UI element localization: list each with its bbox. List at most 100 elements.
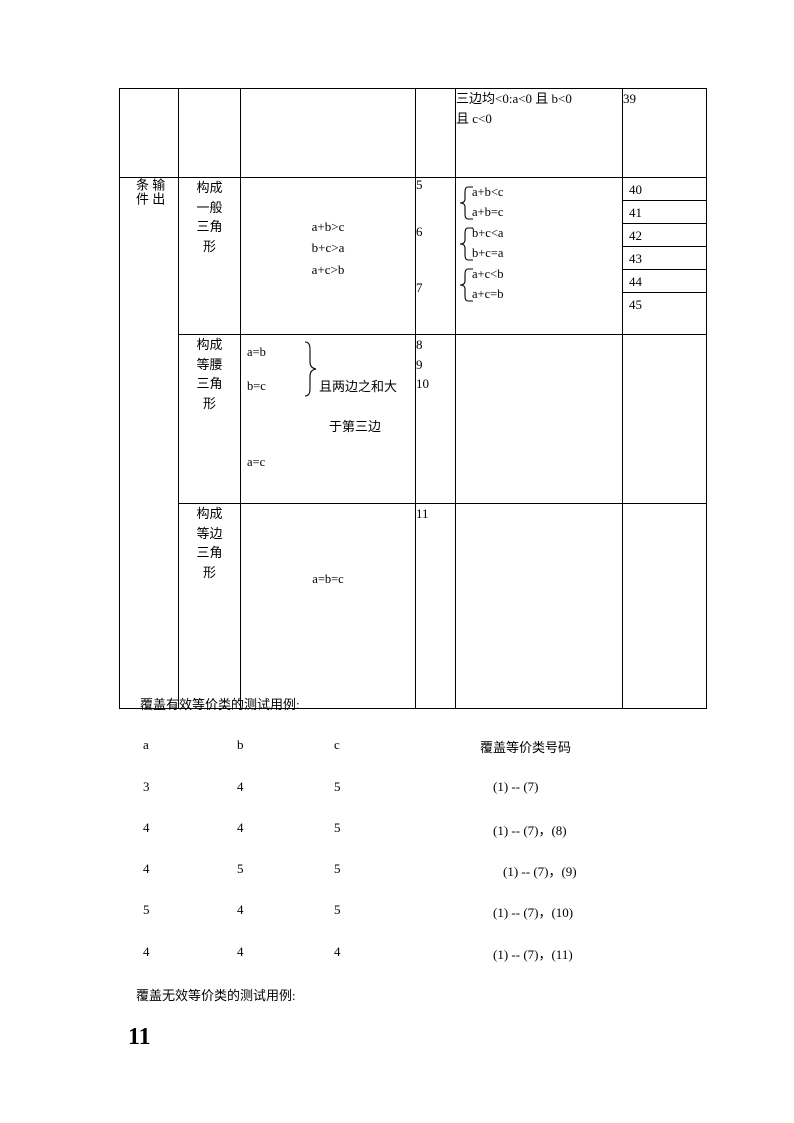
cell-subconditions-equilateral [455,503,623,709]
general-id-5: 45 [629,296,642,312]
id-subrow: 43 [623,246,706,270]
id-subrow: 41 [623,200,706,224]
cell-id-39: 39 [622,88,707,178]
general-subcondition-3: b+c=a [472,246,504,260]
column-header-b: b [237,737,244,752]
case-value-a: 4 [143,820,150,835]
general-id-1: 41 [623,200,706,224]
column-header-c: c [334,737,340,752]
cell-kind-general: 构成 一般 三角 形 [178,177,241,335]
kind-equilateral-char-1: 等边 [196,525,223,541]
cell-empty-condition-col [240,88,416,178]
kind-equilateral-char-2: 三角 [196,545,223,560]
isosceles-number-2: 10 [416,376,429,391]
case-value-b: 4 [237,779,244,794]
id-subrow: 40 [623,178,706,201]
kind-general-char-1: 一般 [196,199,223,215]
table-row-negative-sides: 三边均<0:a<0 且 b<0 且 c<0 39 [119,88,707,178]
isosceles-note-line-1: 且两边之和大 [319,379,398,394]
cell-ids-isosceles [622,334,707,504]
general-conditions-block: a+b>c b+c>a a+c>b [241,178,415,280]
cell-empty-kind-col [178,88,241,178]
general-id-0: 40 [623,178,706,201]
general-id-3: 43 [623,246,706,270]
case-value-b: 4 [237,944,244,959]
case-value-c: 5 [334,820,341,835]
column-header-a: a [143,737,149,752]
case-value-b: 4 [237,902,244,917]
table-row-isosceles-triangle: 构成 等腰 三角 形 a=b b=c a=c 且两边之和大 于第三边 8 9 1… [120,334,707,504]
invalid-cases-heading: 覆盖无效等价类的测试用例: [136,988,296,1003]
cell-numbers-general: 5 6 7 [415,177,456,335]
vertical-label-wrap: 条件 输出 [120,178,178,206]
equilateral-condition: a=b=c [312,572,344,586]
table-row-general-triangle: 条件 输出 构成 一般 三角 形 a+b>c b+c>a a+c>b 5 6 7… [119,177,707,709]
case-classes: (1) -- (7)，(11) [493,947,573,962]
general-condition-2: a+c>b [311,261,345,277]
cell-output-condition-label: 条件 输出 [119,177,179,709]
general-id-4: 44 [623,269,706,293]
kind-isosceles-char-3: 形 [202,395,216,411]
table-row-equilateral-triangle: 构成 等边 三角 形 a=b=c 11 [120,503,707,709]
cell-numbers-equilateral: 11 [415,503,456,709]
kind-isosceles-char-1: 等腰 [196,356,223,372]
cell-ids-general: 40 41 42 43 44 45 [622,177,707,335]
general-number-0: 5 [416,177,423,192]
equilateral-number-0: 11 [416,506,429,521]
kind-equilateral-char-0: 构成 [196,506,223,521]
general-condition-0: a+b>c [311,219,345,234]
isosceles-number-1: 9 [416,356,423,372]
isosceles-note-line-2: 于第三边 [329,419,382,434]
cell-ids-equilateral [622,503,707,709]
kind-general-char-0: 构成 [196,180,223,195]
kind-general-char-3: 形 [202,238,216,254]
kind-isosceles-char-0: 构成 [196,337,223,352]
cell-empty-output-col [119,88,179,178]
general-subcondition-0: a+b<c [472,185,504,199]
general-subcondition-1: a+b=c [472,205,504,219]
output-condition-col-2: 条件 [134,178,149,206]
general-condition-1: b+c>a [311,240,345,256]
case-value-a: 4 [143,944,150,959]
kind-isosceles-char-2: 三角 [196,376,223,391]
kind-general-char-2: 三角 [196,219,223,234]
general-subcondition-4: a+c<b [472,267,504,281]
case-value-c: 5 [334,861,341,876]
general-id-2: 42 [623,223,706,247]
valid-cases-heading: 覆盖有效等价类的测试用例: [140,697,300,712]
cell-subconditions-general: a+b<c a+b=c b+c<a b+c=a a+c<b a+c=b [455,177,623,335]
case-value-b: 4 [237,820,244,835]
page-number: 11 [128,1024,151,1050]
cell-condition-isosceles: a=b b=c a=c 且两边之和大 于第三边 [240,334,416,504]
brace-icon-isosceles [303,341,319,403]
column-header-classes: 覆盖等价类号码 [480,740,572,755]
case-classes: (1) -- (7)，(10) [493,905,574,920]
case-value-c: 5 [334,902,341,917]
id-subrow: 44 [623,269,706,293]
negative-condition-line-1: 三边均<0:a<0 且 b<0 [456,91,572,106]
case-classes: (1) -- (7)，(8) [493,823,567,838]
case-value-c: 4 [334,944,341,959]
id-subrow: 45 [623,293,706,316]
negative-condition-line-2: 且 c<0 [456,110,492,126]
general-subcondition-2: b+c<a [472,226,504,240]
cell-kind-equilateral: 构成 等边 三角 形 [178,503,241,709]
isosceles-number-0: 8 [416,337,423,352]
cell-negative-side-condition: 三边均<0:a<0 且 b<0 且 c<0 [455,88,623,178]
isosceles-label-1: b=c [247,379,266,393]
kind-equilateral-char-3: 形 [202,564,216,580]
isosceles-label-2: a=c [247,455,266,469]
document-page: 三边均<0:a<0 且 b<0 且 c<0 39 条件 输出 构成 一般 三角 [0,0,794,1123]
general-id-subtable: 40 41 42 43 44 45 [623,178,706,315]
case-value-a: 4 [143,861,150,876]
cell-condition-equilateral: a=b=c [240,503,416,709]
case-value-c: 5 [334,779,341,794]
general-brace-group: a+b<c a+b=c b+c<a b+c=a a+c<b a+c=b [456,178,622,334]
isosceles-label-0: a=b [247,345,266,359]
output-condition-col-1: 输出 [150,178,166,206]
case-value-b: 5 [237,861,244,876]
case-value-a: 3 [143,779,150,794]
case-value-a: 5 [143,902,150,917]
cell-subconditions-isosceles [455,334,623,504]
cell-kind-isosceles: 构成 等腰 三角 形 [178,334,241,504]
